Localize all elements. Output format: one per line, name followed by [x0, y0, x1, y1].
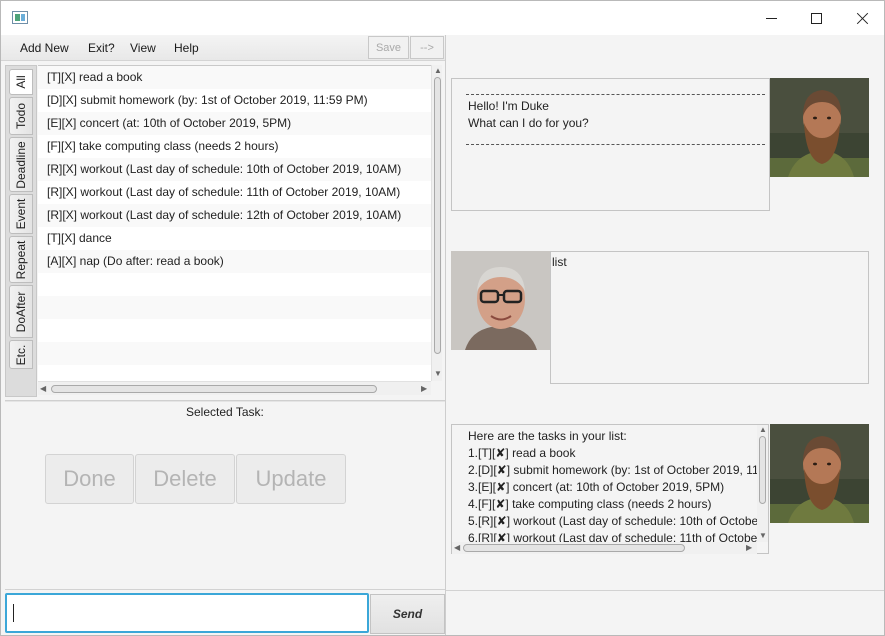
menu-view[interactable]: View [130, 41, 156, 55]
menu-bar: Add New Exit? View Help Save --> [1, 35, 445, 61]
duke-avatar [770, 78, 869, 177]
selected-task-label: Selected Task: [186, 405, 264, 419]
close-icon [856, 12, 869, 25]
input-separator [5, 589, 445, 590]
reply-horizontal-scrollbar[interactable]: ◀ ▶ [452, 542, 757, 554]
scroll-right-icon[interactable]: ▶ [421, 385, 427, 393]
panel-divider[interactable] [5, 400, 445, 402]
empty-row [38, 296, 431, 319]
duke-greeting-bubble: Hello! I'm Duke What can I do for you? [451, 78, 770, 211]
scroll-right-icon[interactable]: ▶ [746, 544, 752, 552]
minimize-button[interactable] [748, 1, 794, 35]
task-row[interactable]: [F][X] take computing class (needs 2 hou… [38, 135, 431, 158]
scrollbar-thumb[interactable] [51, 385, 377, 393]
tab-label: Deadline [14, 140, 28, 189]
scroll-down-icon[interactable]: ▼ [759, 532, 767, 540]
reply-line: 4.[F][✘] take computing class (needs 2 h… [468, 497, 712, 511]
greeting-line: Hello! I'm Duke [468, 99, 549, 113]
tab-deadline[interactable]: Deadline [9, 137, 33, 192]
tab-label: Etc. [14, 344, 28, 365]
app-icon [12, 11, 28, 24]
empty-row [38, 319, 431, 342]
scroll-up-icon[interactable]: ▲ [434, 67, 442, 75]
task-row[interactable]: [R][X] workout (Last day of schedule: 10… [38, 158, 431, 181]
task-row[interactable]: [D][X] submit homework (by: 1st of Octob… [38, 89, 431, 112]
separator-line [466, 94, 765, 95]
category-tabs: All Todo Deadline Event Repeat DoAfter E… [5, 65, 37, 397]
close-button[interactable] [839, 1, 884, 35]
task-row[interactable]: [E][X] concert (at: 10th of October 2019… [38, 112, 431, 135]
update-button[interactable]: Update [236, 454, 346, 504]
tab-label: Todo [14, 102, 28, 130]
tab-todo[interactable]: Todo [9, 97, 33, 135]
empty-row [38, 365, 431, 381]
scrollbar-thumb[interactable] [463, 544, 685, 552]
save-button[interactable]: Save [368, 36, 409, 59]
tab-label: DoAfter [14, 291, 28, 332]
task-list[interactable]: [T][X] read a book [D][X] submit homewor… [38, 65, 431, 381]
reply-vertical-scrollbar[interactable]: ▲ ▼ [757, 425, 768, 542]
reply-line: Here are the tasks in your list: [468, 429, 627, 443]
app-window: Add New Exit? View Help Save --> All Tod… [0, 0, 885, 636]
tab-event[interactable]: Event [9, 194, 33, 234]
scroll-down-icon[interactable]: ▼ [434, 370, 442, 378]
reply-line: 1.[T][✘] read a book [468, 446, 576, 460]
tab-label: Event [14, 198, 28, 230]
scroll-left-icon[interactable]: ◀ [454, 544, 460, 552]
tab-label: All [14, 75, 28, 89]
task-row[interactable]: [A][X] nap (Do after: read a book) [38, 250, 431, 273]
chat-footer [446, 590, 884, 635]
user-message-text: list [552, 255, 567, 269]
reply-line: 5.[R][✘] workout (Last day of schedule: … [468, 514, 768, 528]
empty-row [38, 342, 431, 365]
user-avatar [451, 251, 550, 350]
reply-line: 2.[D][✘] submit homework (by: 1st of Oct… [468, 463, 769, 477]
task-list-vertical-scrollbar[interactable]: ▲ ▼ [431, 65, 442, 381]
empty-row [38, 273, 431, 296]
greeting-line: What can I do for you? [468, 116, 589, 130]
menu-exit[interactable]: Exit? [88, 41, 115, 55]
task-row[interactable]: [R][X] workout (Last day of schedule: 11… [38, 181, 431, 204]
task-row[interactable]: [T][X] read a book [38, 66, 431, 89]
maximize-icon [810, 12, 822, 24]
scroll-left-icon[interactable]: ◀ [40, 385, 46, 393]
scrollbar-thumb[interactable] [759, 436, 766, 504]
tab-label: Repeat [14, 240, 28, 279]
tab-all[interactable]: All [9, 69, 33, 95]
delete-button[interactable]: Delete [135, 454, 235, 504]
task-reply-bubble: Here are the tasks in your list: 1.[T][✘… [451, 424, 769, 554]
send-button[interactable]: Send [370, 594, 445, 634]
reply-line: 3.[E][✘] concert (at: 10th of October 20… [468, 480, 725, 494]
minimize-icon [765, 17, 777, 19]
separator-line [466, 144, 765, 145]
tab-doafter[interactable]: DoAfter [9, 285, 33, 338]
done-button[interactable]: Done [45, 454, 134, 504]
tab-etc[interactable]: Etc. [9, 340, 33, 369]
menu-add-new[interactable]: Add New [20, 41, 69, 55]
tab-repeat[interactable]: Repeat [9, 236, 33, 283]
next-button[interactable]: --> [410, 36, 444, 59]
task-list-horizontal-scrollbar[interactable]: ◀ ▶ [38, 381, 431, 395]
user-message-bubble: list [550, 251, 869, 384]
menu-help[interactable]: Help [174, 41, 199, 55]
command-input[interactable] [5, 593, 369, 633]
text-caret [13, 604, 14, 622]
maximize-button[interactable] [793, 1, 839, 35]
title-bar [1, 1, 884, 35]
task-row[interactable]: [R][X] workout (Last day of schedule: 12… [38, 204, 431, 227]
scrollbar-thumb[interactable] [434, 77, 441, 354]
task-row[interactable]: [T][X] dance [38, 227, 431, 250]
duke-avatar [770, 424, 869, 523]
scroll-up-icon[interactable]: ▲ [759, 426, 767, 434]
